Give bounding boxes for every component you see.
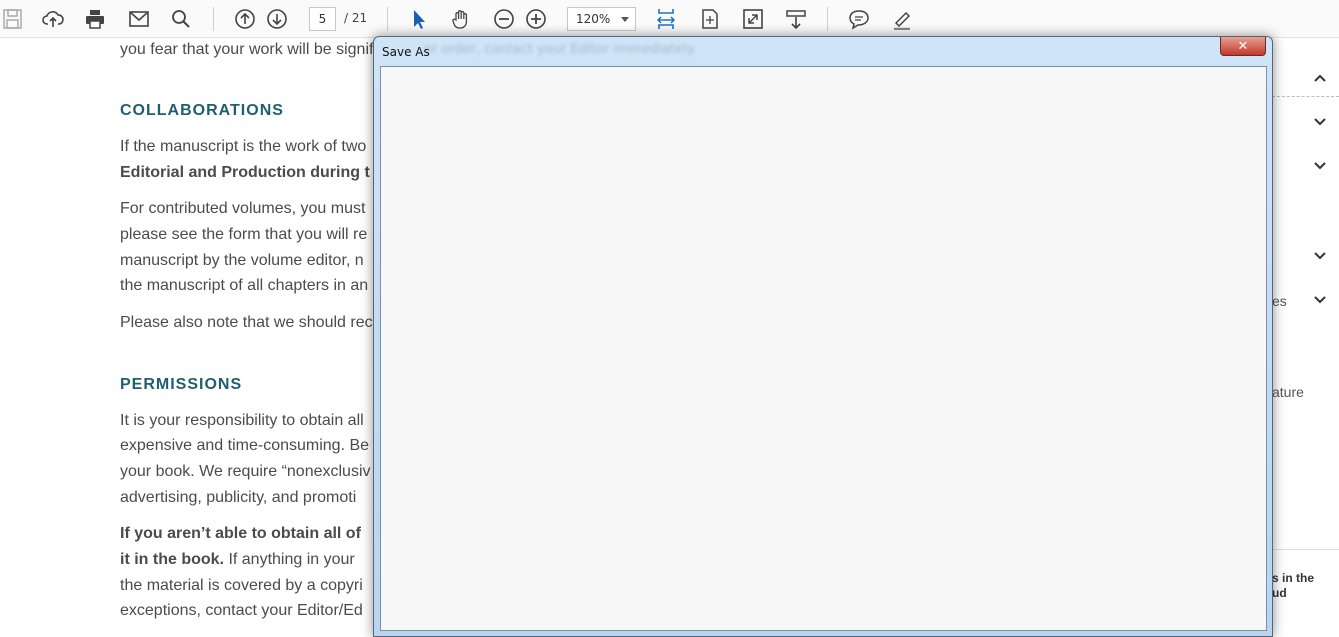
- zoom-level-value: 120%: [576, 12, 611, 26]
- body-text-line: the material is covered by a copyri: [120, 577, 363, 594]
- toolbar: 5 / 21 120%: [0, 0, 1339, 38]
- zoom-level-select[interactable]: 120%: [567, 7, 636, 31]
- body-text-line: you fear that your work will be signific: [120, 41, 385, 58]
- body-text-line: please see the form that you will re: [120, 226, 368, 243]
- fit-page-icon[interactable]: [697, 6, 723, 32]
- section-heading: PERMISSIONS: [120, 376, 243, 393]
- search-icon[interactable]: [168, 6, 194, 32]
- dialog-content-area: [380, 66, 1267, 631]
- pane-bold-label-partial: s in the: [1272, 571, 1315, 585]
- page-number-input[interactable]: 5: [309, 7, 336, 31]
- body-text-line: the manuscript of all chapters in an: [120, 277, 369, 294]
- pane-label-partial: ature: [1272, 384, 1304, 400]
- section-heading: COLLABORATIONS: [120, 102, 284, 119]
- close-button[interactable]: ✕: [1220, 37, 1266, 56]
- body-text-line: If you aren’t able to obtain all of: [120, 525, 361, 542]
- blurred-background-text: or order, contact your Editor immediatel…: [424, 42, 697, 57]
- body-text-line: Editorial and Production during t: [120, 164, 370, 181]
- email-icon[interactable]: [126, 6, 152, 32]
- zoom-out-icon[interactable]: [491, 6, 517, 32]
- chevron-down-icon[interactable]: [1312, 158, 1328, 174]
- dialog-title: Save As: [382, 45, 430, 59]
- next-page-icon[interactable]: [264, 6, 290, 32]
- print-icon[interactable]: [82, 6, 108, 32]
- previous-page-icon[interactable]: [232, 6, 258, 32]
- body-text-line: manuscript by the volume editor, n: [120, 252, 364, 269]
- full-screen-icon[interactable]: [740, 6, 766, 32]
- chevron-up-icon[interactable]: [1312, 70, 1328, 86]
- highlight-icon[interactable]: [889, 6, 915, 32]
- body-text-line: For contributed volumes, you must: [120, 200, 366, 217]
- zoom-in-icon[interactable]: [523, 6, 549, 32]
- chevron-down-icon: [621, 17, 629, 22]
- hand-tool-icon[interactable]: [448, 6, 474, 32]
- read-mode-icon[interactable]: [783, 6, 809, 32]
- pane-label-partial: es: [1272, 293, 1287, 309]
- fit-width-icon[interactable]: [653, 6, 679, 32]
- body-text-line: It is your responsibility to obtain all: [120, 412, 364, 429]
- pane-bold-label-partial: ud: [1272, 586, 1287, 600]
- bold-text-span: it in the book.: [120, 551, 224, 568]
- close-icon: ✕: [1237, 38, 1249, 54]
- right-tools-pane: [1272, 38, 1339, 637]
- save-icon[interactable]: [0, 6, 26, 32]
- body-text-line: exceptions, contact your Editor/Ed: [120, 602, 363, 619]
- chevron-down-icon[interactable]: [1312, 292, 1328, 308]
- body-text-line: it in the book. If anything in your: [120, 551, 355, 569]
- chevron-down-icon[interactable]: [1312, 114, 1328, 130]
- comment-icon[interactable]: [846, 6, 872, 32]
- pane-divider: [1272, 549, 1339, 550]
- page-total: / 21: [344, 11, 368, 25]
- text-span: If anything in your: [224, 551, 355, 568]
- body-text-line: advertising, publicity, and promoti: [120, 489, 357, 506]
- chevron-down-icon[interactable]: [1312, 248, 1328, 264]
- body-text-line: expensive and time-consuming. Be: [120, 437, 370, 454]
- cloud-upload-icon[interactable]: [40, 6, 66, 32]
- pane-divider: [1272, 96, 1339, 97]
- body-text-line: If the manuscript is the work of two: [120, 138, 367, 155]
- body-text-line: Please also note that we should rec: [120, 314, 373, 331]
- toolbar-separator: [387, 7, 388, 31]
- save-as-dialog: or order, contact your Editor immediatel…: [373, 36, 1273, 637]
- body-text-line: your book. We require “nonexclusiv: [120, 463, 371, 480]
- toolbar-separator: [213, 7, 214, 31]
- select-cursor-icon[interactable]: [405, 6, 431, 32]
- toolbar-separator: [827, 7, 828, 31]
